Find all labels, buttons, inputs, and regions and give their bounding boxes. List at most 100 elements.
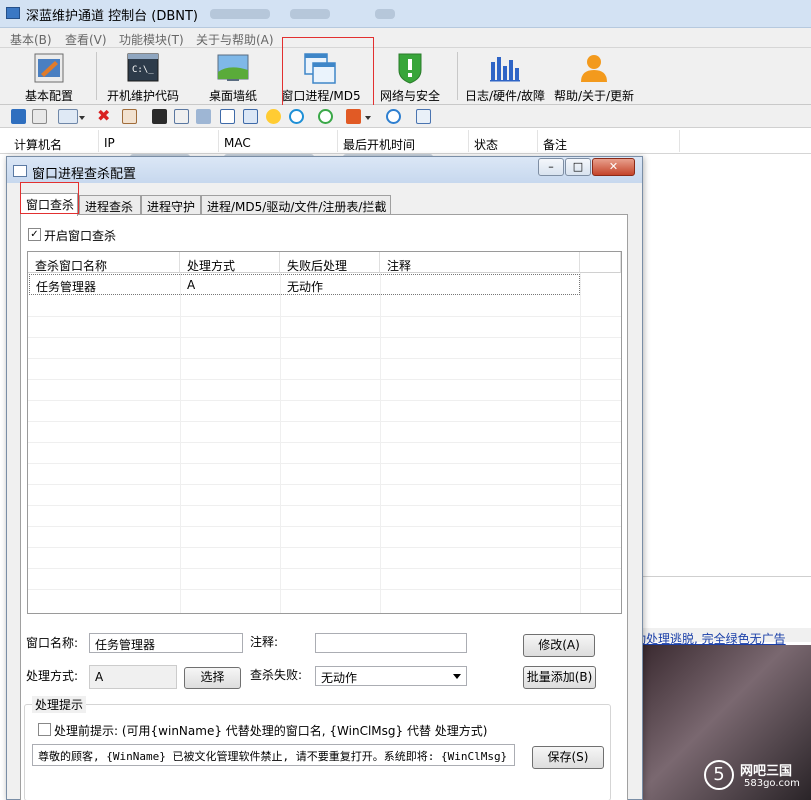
- help-about-label: 帮助/关于/更新: [553, 89, 635, 103]
- wallpaper-label: 桌面墙纸: [208, 89, 257, 103]
- wallpaper-button[interactable]: 桌面墙纸: [197, 48, 269, 104]
- fail-action-label: 查杀失败:: [250, 668, 303, 682]
- svg-text:C:\_: C:\_: [132, 65, 154, 75]
- eye-icon[interactable]: [289, 109, 304, 124]
- view-icon[interactable]: [58, 109, 78, 124]
- log-hardware-button[interactable]: 日志/硬件/故障: [462, 48, 548, 104]
- shield-icon: [398, 53, 422, 84]
- cell-fail-action: 无动作: [287, 280, 324, 294]
- hint-checkbox[interactable]: [38, 723, 51, 736]
- watermark-logo-icon: 5: [704, 760, 734, 790]
- modify-button[interactable]: 修改(A): [523, 634, 595, 657]
- dialog-icon: [13, 165, 27, 177]
- chevron-down-icon[interactable]: [79, 116, 85, 120]
- hint-group-label: 处理提示: [32, 696, 87, 713]
- boot-code-label: 开机维护代码: [106, 89, 179, 103]
- grid-icon[interactable]: [416, 109, 431, 124]
- menu-bar: 基本(B) 查看(V) 功能模块(T) 关于与帮助(A): [0, 28, 811, 48]
- menu-item-basic[interactable]: 基本(B): [10, 31, 52, 48]
- table-header-window-name[interactable]: 查杀窗口名称: [28, 252, 180, 273]
- chevron-down-icon: [453, 674, 461, 679]
- help-about-button[interactable]: 帮助/关于/更新: [550, 48, 638, 104]
- column-status[interactable]: 状态: [474, 136, 498, 153]
- fail-action-value: 无动作: [321, 671, 358, 685]
- windows-small-icon[interactable]: [243, 109, 258, 124]
- wallpaper-icon: [217, 54, 249, 81]
- log-hardware-label: 日志/硬件/故障: [464, 89, 546, 103]
- power-icon[interactable]: [346, 109, 361, 124]
- tab-process-kill[interactable]: 进程查杀: [79, 195, 141, 215]
- method-input[interactable]: A: [89, 665, 177, 689]
- menu-item-modules[interactable]: 功能模块(T): [119, 31, 184, 48]
- note-input[interactable]: [315, 633, 467, 653]
- maximize-button[interactable]: □: [565, 158, 591, 176]
- console-icon: C:\_: [127, 53, 159, 82]
- minimize-button[interactable]: –: [538, 158, 564, 176]
- column-boot-time[interactable]: 最后开机时间: [343, 136, 415, 153]
- column-mac[interactable]: MAC: [224, 136, 251, 150]
- cell-method: A: [187, 278, 196, 292]
- network-security-button[interactable]: 网络与安全: [375, 48, 445, 104]
- basic-config-label: 基本配置: [24, 89, 73, 103]
- main-toolbar: 基本配置 C:\_ 开机维护代码 桌面墙纸 窗口进程/MD5 网络与安全 日志/…: [0, 37, 811, 109]
- app-icon: [6, 7, 20, 19]
- monitor-icon[interactable]: [196, 109, 211, 124]
- fail-action-select[interactable]: 无动作: [315, 666, 467, 686]
- tab-md5-driver[interactable]: 进程/MD5/驱动/文件/注册表/拦截: [201, 195, 391, 215]
- batch-add-button[interactable]: 批量添加(B): [523, 666, 596, 689]
- sync-icon[interactable]: [386, 109, 401, 124]
- background-pane: 动处理逃脱, 完全绿色无广告 5 网吧三国 583go.com: [634, 158, 811, 800]
- watermark-url: 583go.com: [744, 778, 800, 789]
- window-icon[interactable]: [220, 109, 235, 124]
- tab-process-guard[interactable]: 进程守护: [141, 195, 201, 215]
- hint-checkbox-label: 处理前提示: (可用{winName} 代替处理的窗口名, {WinClMsg}…: [54, 724, 488, 738]
- select-button[interactable]: 选择: [184, 667, 241, 689]
- watermark-brand: 网吧三国: [740, 764, 793, 779]
- mail-icon[interactable]: [174, 109, 189, 124]
- config-icon: [34, 53, 64, 83]
- boot-code-button[interactable]: C:\_ 开机维护代码: [104, 48, 182, 104]
- small-toolbar: ✖: [0, 105, 811, 128]
- enable-window-kill-label: 开启窗口查杀: [44, 229, 117, 243]
- menu-item-view[interactable]: 查看(V): [65, 31, 107, 48]
- app-title: 深蓝维护通道 控制台 (DBNT): [26, 9, 199, 24]
- user-icon: [581, 55, 607, 82]
- table-row[interactable]: 任务管理器 A 无动作: [29, 274, 580, 295]
- bar-chart-icon: [490, 57, 520, 82]
- close-button[interactable]: ✕: [592, 158, 635, 176]
- rules-table: 查杀窗口名称 处理方式 失败后处理 注释 任务管理器 A 无动作: [27, 251, 622, 614]
- column-ip[interactable]: IP: [104, 136, 115, 150]
- column-computer-name[interactable]: 计算机名: [14, 136, 62, 153]
- refresh-icon[interactable]: [318, 109, 333, 124]
- highlight-box: [20, 182, 79, 214]
- window-name-input[interactable]: 任务管理器: [89, 633, 243, 653]
- blurred-text: [375, 9, 395, 19]
- enable-window-kill-checkbox[interactable]: ✓: [28, 228, 41, 241]
- cell-window-name: 任务管理器: [36, 280, 97, 294]
- terminal-icon[interactable]: [152, 109, 167, 124]
- computer-list-header: 计算机名 IP MAC 最后开机时间 状态 备注: [0, 128, 811, 154]
- window-name-label: 窗口名称:: [26, 636, 79, 650]
- document-icon[interactable]: [32, 109, 47, 124]
- hint-message-input[interactable]: 尊敬的顾客, {WinName} 已被文化管理软件禁止, 请不要重复打开。系统即…: [32, 744, 515, 766]
- blurred-text: [210, 9, 270, 19]
- table-header-method[interactable]: 处理方式: [180, 252, 280, 273]
- dialog-title-bar: 窗口进程查杀配置 – □ ✕: [7, 157, 642, 183]
- network-security-label: 网络与安全: [379, 89, 440, 103]
- config-dialog: 窗口进程查杀配置 – □ ✕ 窗口查杀 进程查杀 进程守护 进程/MD5/驱动/…: [6, 156, 643, 800]
- method-label: 处理方式:: [26, 669, 79, 683]
- table-header-note[interactable]: 注释: [380, 252, 580, 273]
- column-remark[interactable]: 备注: [543, 136, 567, 153]
- dialog-title: 窗口进程查杀配置: [32, 167, 137, 182]
- basic-config-button[interactable]: 基本配置: [14, 48, 84, 104]
- delete-icon[interactable]: ✖: [97, 108, 110, 124]
- chevron-down-icon[interactable]: [365, 116, 371, 120]
- main-title-bar: 深蓝维护通道 控制台 (DBNT): [0, 0, 811, 28]
- file-icon[interactable]: [122, 109, 137, 124]
- table-header-fail-action[interactable]: 失败后处理: [280, 252, 380, 273]
- search-icon[interactable]: [11, 109, 26, 124]
- menu-item-help[interactable]: 关于与帮助(A): [196, 31, 274, 48]
- qq-icon[interactable]: [266, 109, 281, 124]
- save-button[interactable]: 保存(S): [532, 746, 604, 769]
- blurred-text: [290, 9, 330, 19]
